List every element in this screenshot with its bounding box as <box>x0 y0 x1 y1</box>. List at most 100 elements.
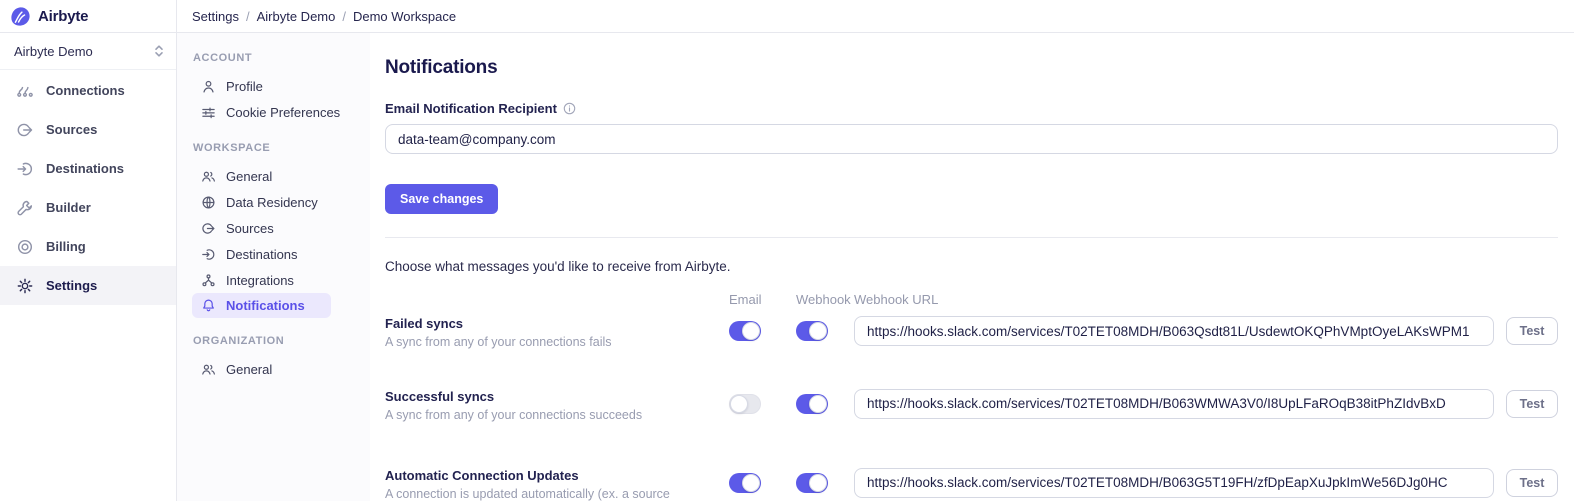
settings-nav-label: Sources <box>226 221 274 236</box>
test-button[interactable]: Test <box>1506 469 1558 497</box>
connections-icon <box>16 82 34 100</box>
info-icon[interactable] <box>563 102 576 115</box>
settings-nav-label: Notifications <box>226 298 305 313</box>
email-toggle[interactable] <box>729 321 761 341</box>
sidebar-item-label: Settings <box>46 278 97 293</box>
breadcrumb-separator: / <box>342 9 346 24</box>
sliders-icon <box>201 105 216 120</box>
settings-nav-sources[interactable]: Sources <box>177 215 370 241</box>
row-description: A sync from any of your connections fail… <box>385 334 715 351</box>
airbyte-wordmark: Airbyte <box>38 8 88 25</box>
email-recipient-input[interactable] <box>385 124 1558 154</box>
airbyte-logo[interactable]: Airbyte <box>0 0 176 33</box>
section-title-account: ACCOUNT <box>177 52 370 64</box>
row-description: A connection is updated automatically (e… <box>385 486 715 501</box>
breadcrumb-separator: / <box>246 9 250 24</box>
settings-nav-cookie-preferences[interactable]: Cookie Preferences <box>177 99 370 125</box>
column-header-webhook-url: Webhook URL <box>854 292 1504 307</box>
settings-nav-label: Cookie Preferences <box>226 105 340 120</box>
sidebar-item-label: Sources <box>46 122 97 137</box>
table-row-automatic-connection-updates: Automatic Connection Updates A connectio… <box>385 468 1558 501</box>
column-header-webhook: Webhook <box>796 292 854 307</box>
airbyte-logo-icon <box>10 6 31 27</box>
webhook-url-input[interactable] <box>854 316 1494 346</box>
destination-icon <box>16 160 34 178</box>
page-title: Notifications <box>385 57 1558 79</box>
settings-nav-general[interactable]: General <box>177 163 370 189</box>
test-button[interactable]: Test <box>1506 390 1558 418</box>
webhook-toggle[interactable] <box>796 321 828 341</box>
integrations-icon <box>201 273 216 288</box>
notification-settings-table: Email Webhook Webhook URL Failed syncs A… <box>385 292 1558 501</box>
workspace-selector[interactable]: Airbyte Demo <box>0 33 176 70</box>
toggle-knob <box>742 322 760 340</box>
people-icon <box>201 362 216 377</box>
settings-nav-label: Integrations <box>226 273 294 288</box>
settings-nav-label: General <box>226 169 272 184</box>
source-icon <box>201 221 216 236</box>
row-title: Failed syncs <box>385 316 729 331</box>
sidebar-item-settings[interactable]: Settings <box>0 266 176 305</box>
section-divider <box>385 237 1558 238</box>
settings-nav-label: Destinations <box>226 247 298 262</box>
settings-nav-org-general[interactable]: General <box>177 356 370 382</box>
chevron-up-down-icon <box>154 44 164 58</box>
row-description: A sync from any of your connections succ… <box>385 407 715 424</box>
email-recipient-label: Email Notification Recipient <box>385 101 557 116</box>
top-bar: Settings / Airbyte Demo / Demo Workspace <box>177 0 1574 33</box>
sidebar-item-label: Connections <box>46 83 125 98</box>
settings-nav-notifications[interactable]: Notifications <box>192 293 331 318</box>
settings-nav-profile[interactable]: Profile <box>177 73 370 99</box>
section-title-workspace: WORKSPACE <box>177 142 370 154</box>
column-header-email: Email <box>729 292 796 307</box>
toggle-knob <box>809 395 827 413</box>
sidebar-item-connections[interactable]: Connections <box>0 71 176 110</box>
main-sidebar: Airbyte Airbyte Demo Connections <box>0 0 177 501</box>
workspace-name: Airbyte Demo <box>14 44 93 59</box>
test-button[interactable]: Test <box>1506 317 1558 345</box>
settings-nav-label: Data Residency <box>226 195 318 210</box>
destination-icon <box>201 247 216 262</box>
sidebar-item-label: Destinations <box>46 161 124 176</box>
toggle-knob <box>809 474 827 492</box>
breadcrumb-workspace[interactable]: Demo Workspace <box>353 9 456 24</box>
webhook-url-input[interactable] <box>854 389 1494 419</box>
sidebar-item-label: Billing <box>46 239 86 254</box>
row-title: Successful syncs <box>385 389 729 404</box>
toggle-knob <box>730 395 748 413</box>
settings-nav-destinations[interactable]: Destinations <box>177 241 370 267</box>
person-icon <box>201 79 216 94</box>
wrench-icon <box>16 199 34 217</box>
settings-nav-label: Profile <box>226 79 263 94</box>
settings-nav-data-residency[interactable]: Data Residency <box>177 189 370 215</box>
notifications-intro-text: Choose what messages you'd like to recei… <box>385 259 1558 274</box>
save-changes-button[interactable]: Save changes <box>385 184 498 214</box>
sidebar-item-builder[interactable]: Builder <box>0 188 176 227</box>
sidebar-item-destinations[interactable]: Destinations <box>0 149 176 188</box>
breadcrumb-settings[interactable]: Settings <box>192 9 239 24</box>
coin-icon <box>16 238 34 256</box>
section-title-organization: ORGANIZATION <box>177 335 370 347</box>
sidebar-item-sources[interactable]: Sources <box>0 110 176 149</box>
webhook-url-input[interactable] <box>854 468 1494 498</box>
breadcrumb-organization[interactable]: Airbyte Demo <box>257 9 336 24</box>
table-row-successful-syncs: Successful syncs A sync from any of your… <box>385 389 1558 424</box>
sidebar-item-billing[interactable]: Billing <box>0 227 176 266</box>
settings-nav-integrations[interactable]: Integrations <box>177 267 370 293</box>
people-icon <box>201 169 216 184</box>
settings-nav-label: General <box>226 362 272 377</box>
toggle-knob <box>809 322 827 340</box>
email-toggle[interactable] <box>729 473 761 493</box>
bell-icon <box>201 298 216 313</box>
email-toggle[interactable] <box>729 394 761 414</box>
globe-icon <box>201 195 216 210</box>
webhook-toggle[interactable] <box>796 473 828 493</box>
webhook-toggle[interactable] <box>796 394 828 414</box>
sidebar-item-label: Builder <box>46 200 91 215</box>
main-content: Notifications Email Notification Recipie… <box>370 33 1574 501</box>
table-header-row: Email Webhook Webhook URL <box>385 292 1558 307</box>
primary-nav: Connections Sources Dest <box>0 70 176 305</box>
breadcrumb: Settings / Airbyte Demo / Demo Workspace <box>192 9 456 24</box>
app-window: Airbyte Airbyte Demo Connections <box>0 0 1574 501</box>
toggle-knob <box>742 474 760 492</box>
